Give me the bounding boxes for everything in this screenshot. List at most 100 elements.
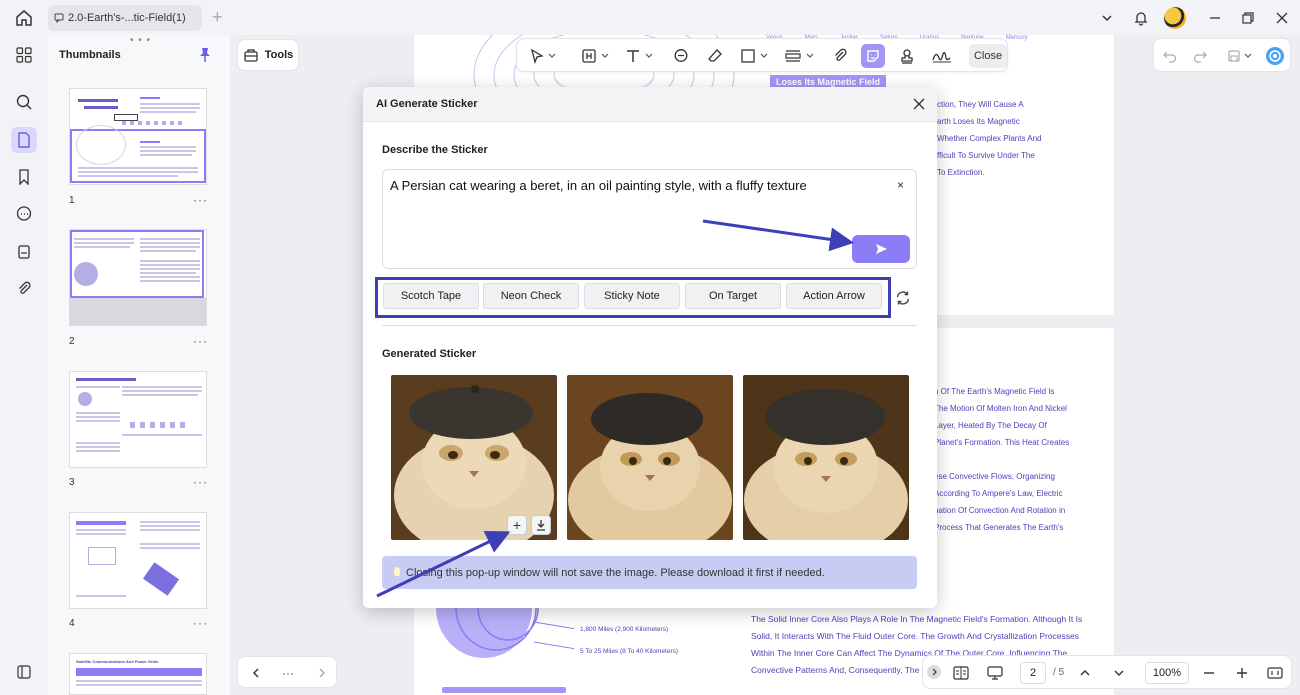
sidebar-toggle-icon[interactable]	[11, 659, 37, 685]
planet-label: Mercury	[1005, 35, 1028, 41]
chevron-down-icon[interactable]	[643, 46, 655, 66]
doc-line: Solid, It Interacts With The Fluid Outer…	[751, 631, 1080, 641]
stamp-tool-icon[interactable]	[897, 46, 917, 66]
current-page-input[interactable]: 2	[1020, 662, 1046, 684]
highlight-tool-icon[interactable]	[579, 46, 599, 66]
dialog-header: AI Generate Sticker	[363, 87, 937, 122]
previous-page-icon[interactable]	[246, 663, 266, 683]
page-number-3: 3	[69, 477, 75, 488]
redo-icon[interactable]	[1190, 46, 1210, 66]
page-thumbnails-icon[interactable]	[11, 127, 37, 153]
clear-prompt-button[interactable]: ×	[897, 178, 904, 192]
doc-line: The Solid Inner Core Also Plays A Role I…	[751, 614, 1083, 624]
chevron-down-icon[interactable]	[758, 46, 770, 66]
page-up-icon[interactable]	[1075, 663, 1095, 683]
doc-line: arth Loses Its Magnetic	[937, 117, 1020, 126]
page-1-more-button[interactable]: ···	[193, 193, 208, 207]
more-pages-button[interactable]: ···	[278, 663, 298, 683]
zoom-out-icon[interactable]	[1199, 663, 1219, 683]
generated-label: Generated Sticker	[382, 348, 477, 360]
avatar[interactable]	[1164, 7, 1186, 29]
preset-neon-check[interactable]: Neon Check	[483, 283, 579, 309]
page-thumbnail-4[interactable]	[69, 512, 207, 609]
preset-on-target[interactable]: On Target	[685, 283, 781, 309]
sticker-tool-icon[interactable]	[861, 44, 885, 68]
eraser-tool-icon[interactable]	[705, 46, 725, 66]
page-layout-icon[interactable]	[951, 663, 971, 683]
select-tool-icon[interactable]	[527, 46, 547, 66]
download-icon[interactable]	[531, 515, 551, 535]
page-down-icon[interactable]	[1109, 663, 1129, 683]
text-tool-icon[interactable]	[623, 46, 643, 66]
earth-layers-diagram	[436, 598, 574, 658]
bookmark-icon[interactable]	[11, 164, 37, 190]
pin-icon[interactable]	[198, 47, 212, 63]
shape-tool-icon[interactable]	[738, 46, 758, 66]
generated-sticker-3[interactable]	[743, 375, 909, 540]
page-4-more-button[interactable]: ···	[193, 616, 208, 630]
preset-sticky-note[interactable]: Sticky Note	[584, 283, 680, 309]
save-icon[interactable]	[1224, 46, 1244, 66]
comments-icon[interactable]	[11, 201, 37, 227]
presentation-icon[interactable]	[985, 663, 1005, 683]
close-window-icon[interactable]	[1272, 8, 1292, 28]
home-icon[interactable]	[14, 8, 34, 28]
page-navigation-left: ···	[237, 656, 337, 688]
signature-tool-icon[interactable]	[930, 46, 954, 66]
search-icon[interactable]	[11, 89, 37, 115]
document-tab[interactable]: 2.0-Earth's-...tic-Field(1)	[48, 5, 202, 31]
page-3-more-button[interactable]: ···	[193, 475, 208, 489]
doc-line: According To Ampere's Law, Electric	[934, 489, 1063, 498]
doc-line: To Extinction.	[937, 168, 985, 177]
page-number-4: 4	[69, 618, 75, 629]
grid-view-icon[interactable]	[11, 42, 37, 68]
fit-page-icon[interactable]	[1265, 663, 1285, 683]
send-icon	[876, 244, 887, 254]
comment-tool-icon[interactable]	[671, 46, 691, 66]
page-number-2: 2	[69, 336, 75, 347]
page-thumbnail-1[interactable]	[69, 88, 207, 185]
close-toolbar-button[interactable]: Close	[969, 44, 1007, 68]
chevron-down-icon[interactable]	[599, 46, 611, 66]
title-bar: 2.0-Earth's-...tic-Field(1) +	[0, 0, 1300, 35]
ai-sticker-dialog: AI Generate Sticker Describe the Sticker…	[363, 87, 937, 608]
add-sticker-button[interactable]: +	[507, 515, 527, 535]
stamp-icon[interactable]	[11, 239, 37, 265]
generate-send-button[interactable]	[852, 235, 910, 263]
refresh-icon[interactable]	[894, 289, 912, 307]
ai-assistant-icon[interactable]	[1265, 46, 1285, 66]
next-page-icon[interactable]	[312, 663, 332, 683]
page-thumbnail-3[interactable]	[69, 371, 207, 468]
doc-line: Process That Generates The Earth's	[934, 523, 1064, 532]
sticker-prompt-input[interactable]: A Persian cat wearing a beret, in an oil…	[382, 169, 917, 269]
doc-line: ese Convective Flows, Organizing	[934, 472, 1055, 481]
zoom-level[interactable]: 100%	[1145, 662, 1189, 684]
restore-icon[interactable]	[1238, 8, 1258, 28]
tools-label: Tools	[264, 49, 294, 61]
tools-button[interactable]: Tools	[237, 39, 299, 71]
page-thumbnail-2[interactable]	[69, 229, 207, 326]
preset-action-arrow[interactable]: Action Arrow	[786, 283, 882, 309]
undo-icon[interactable]	[1160, 46, 1180, 66]
chevron-down-icon[interactable]	[1242, 46, 1254, 66]
chevron-down-icon[interactable]	[1097, 8, 1117, 28]
close-icon[interactable]	[912, 97, 926, 111]
page-thumbnail-5[interactable]: Satellite Communications And Power Grids	[69, 653, 207, 695]
bell-icon[interactable]	[1131, 8, 1151, 28]
chevron-down-icon[interactable]	[546, 46, 558, 66]
attachment-icon[interactable]	[11, 276, 37, 302]
chevron-down-icon[interactable]	[804, 46, 816, 66]
generated-sticker-2[interactable]	[567, 375, 733, 540]
measure-tool-icon[interactable]	[783, 46, 803, 66]
dialog-title: AI Generate Sticker	[376, 98, 478, 110]
drag-handle[interactable]: • • •	[130, 35, 151, 46]
minimize-icon[interactable]	[1205, 8, 1225, 28]
page-2-more-button[interactable]: ···	[193, 334, 208, 348]
zoom-in-icon[interactable]	[1232, 663, 1252, 683]
collapse-icon[interactable]	[927, 665, 941, 679]
attach-tool-icon[interactable]	[830, 46, 850, 66]
preset-scotch-tape[interactable]: Scotch Tape	[383, 283, 479, 309]
page-number-1: 1	[69, 195, 75, 206]
doc-line: Layer, Heated By The Decay Of	[934, 421, 1047, 430]
new-tab-button[interactable]: +	[212, 8, 223, 26]
